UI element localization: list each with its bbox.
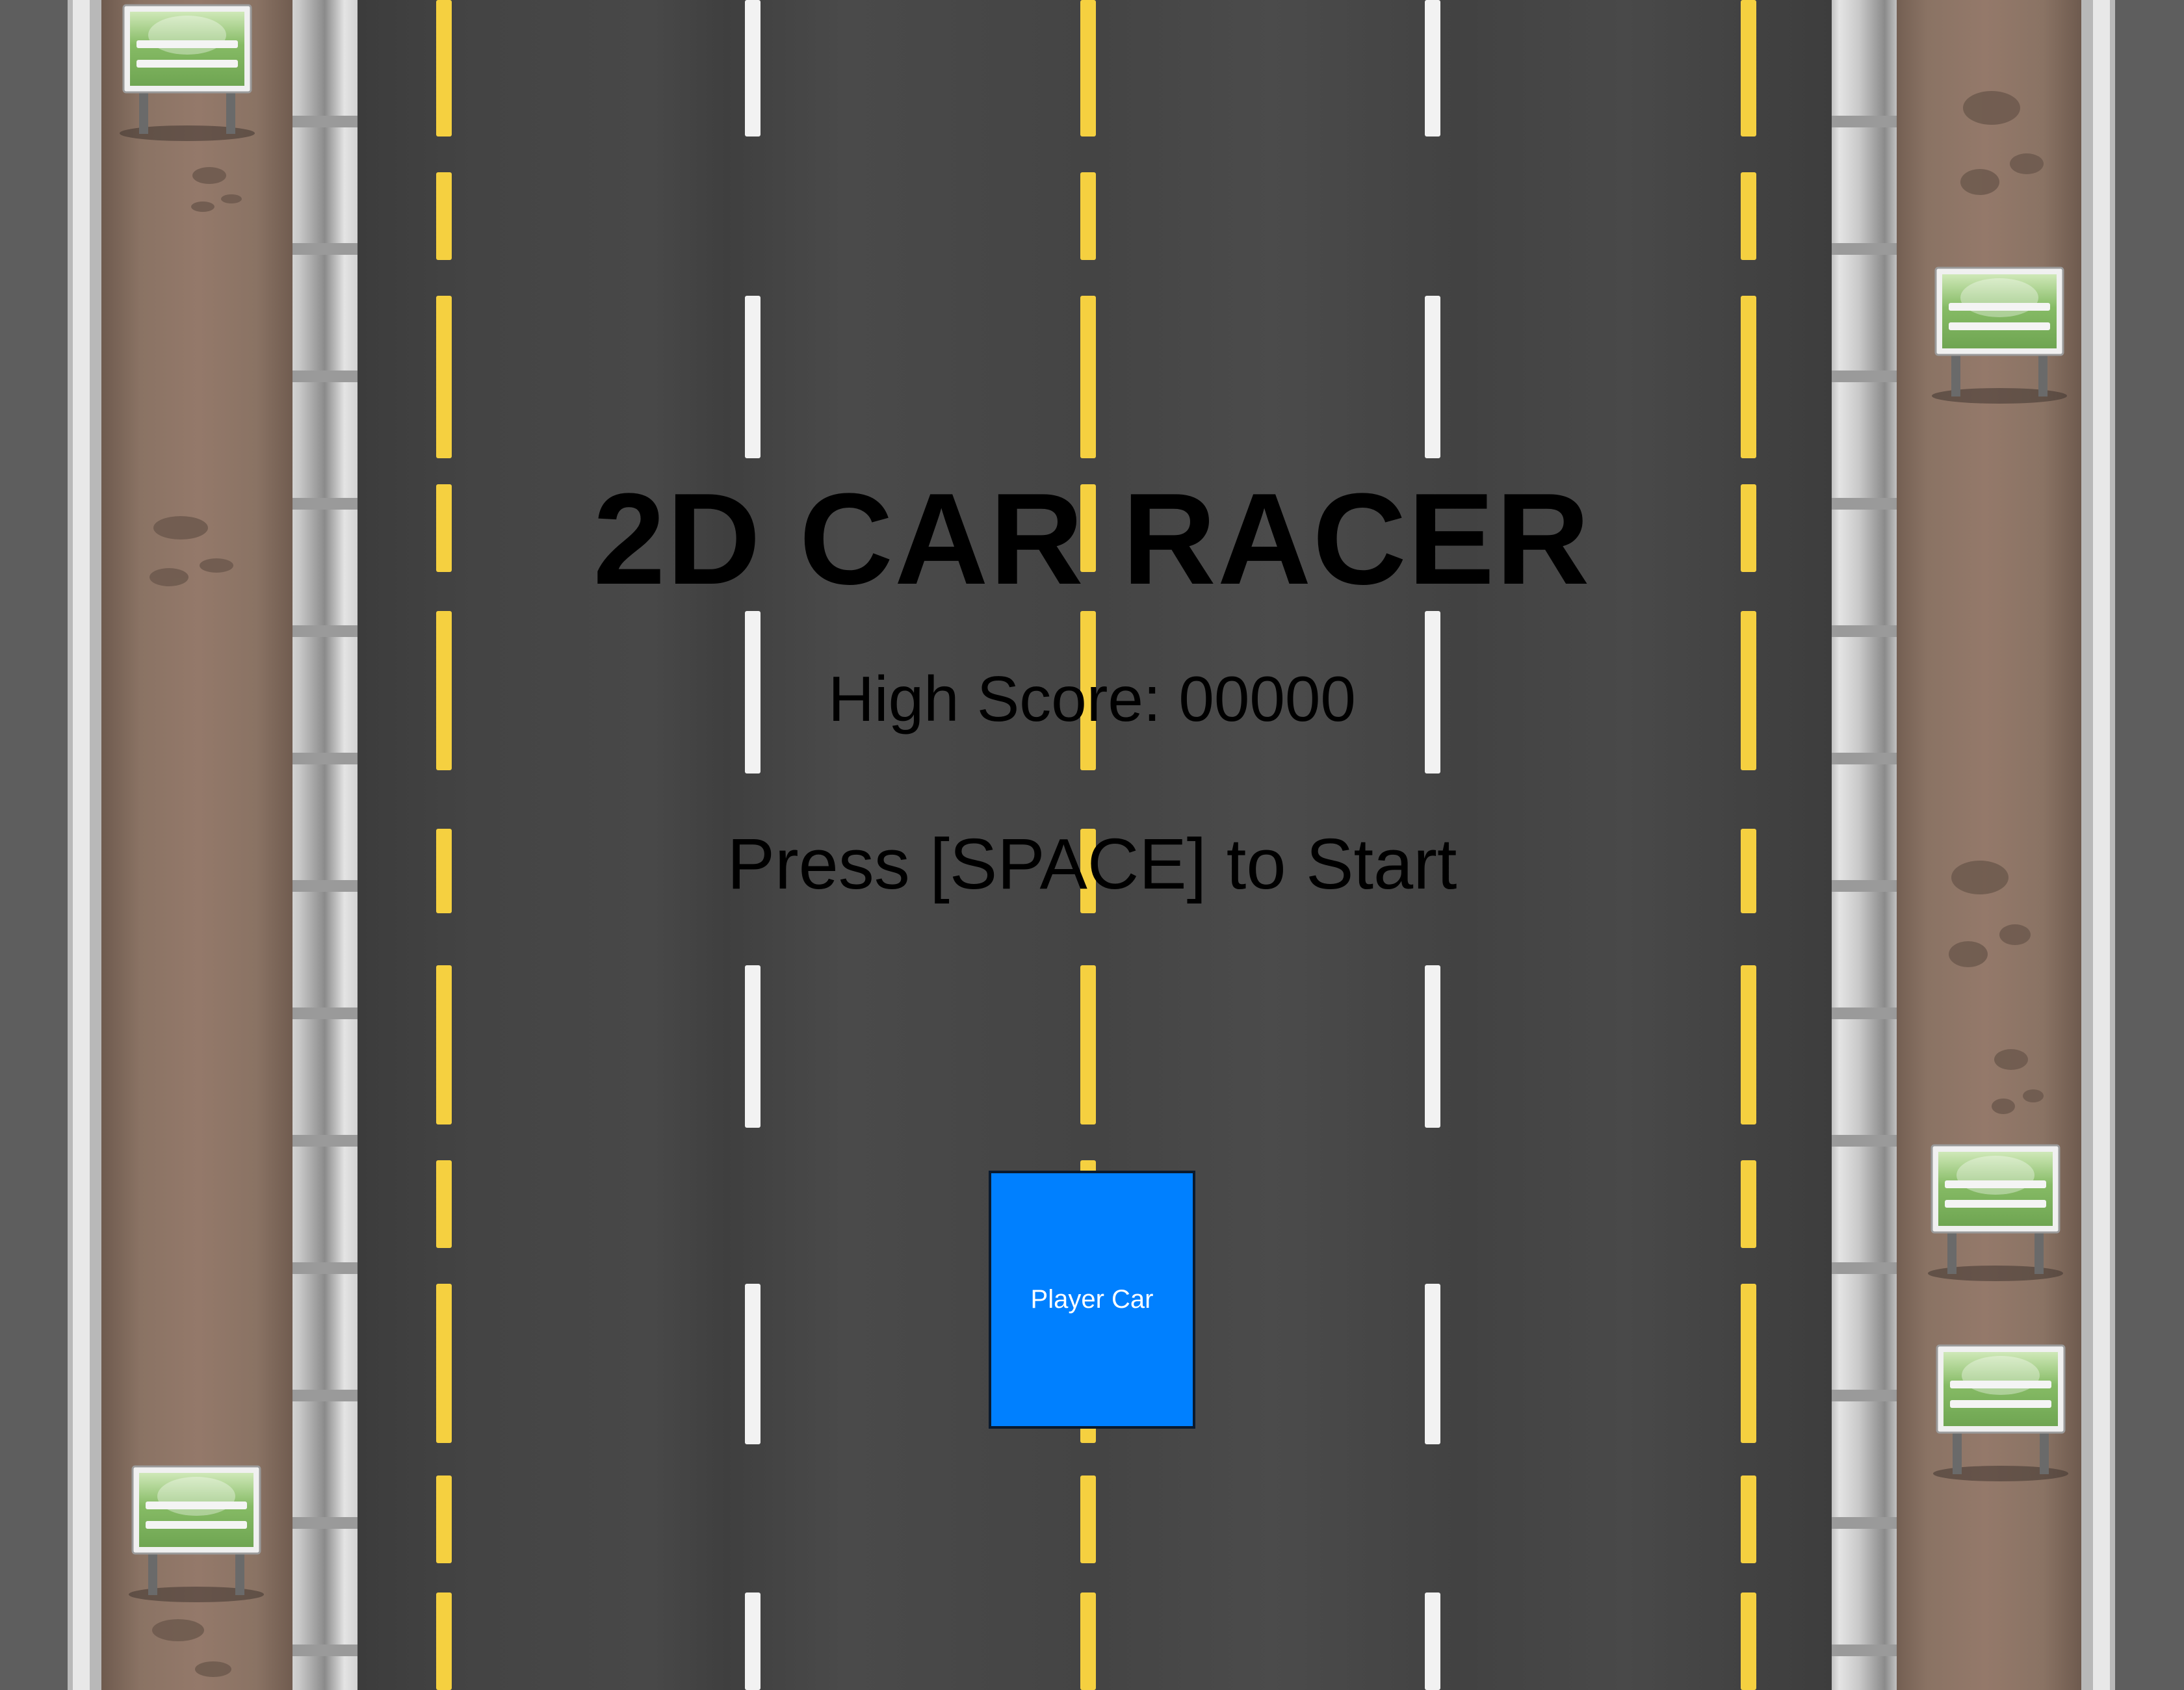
player-car-label: Player Car [1030, 1285, 1154, 1314]
player-car[interactable]: Player Car [989, 1171, 1195, 1429]
high-score-label: High Score: 00000 [828, 663, 1356, 734]
start-prompt: Press [SPACE] to Start [727, 824, 1457, 904]
game-canvas[interactable]: 2D CAR RACER High Score: 00000 Press [SP… [0, 0, 2184, 1690]
game-title: 2D CAR RACER [593, 467, 1591, 612]
